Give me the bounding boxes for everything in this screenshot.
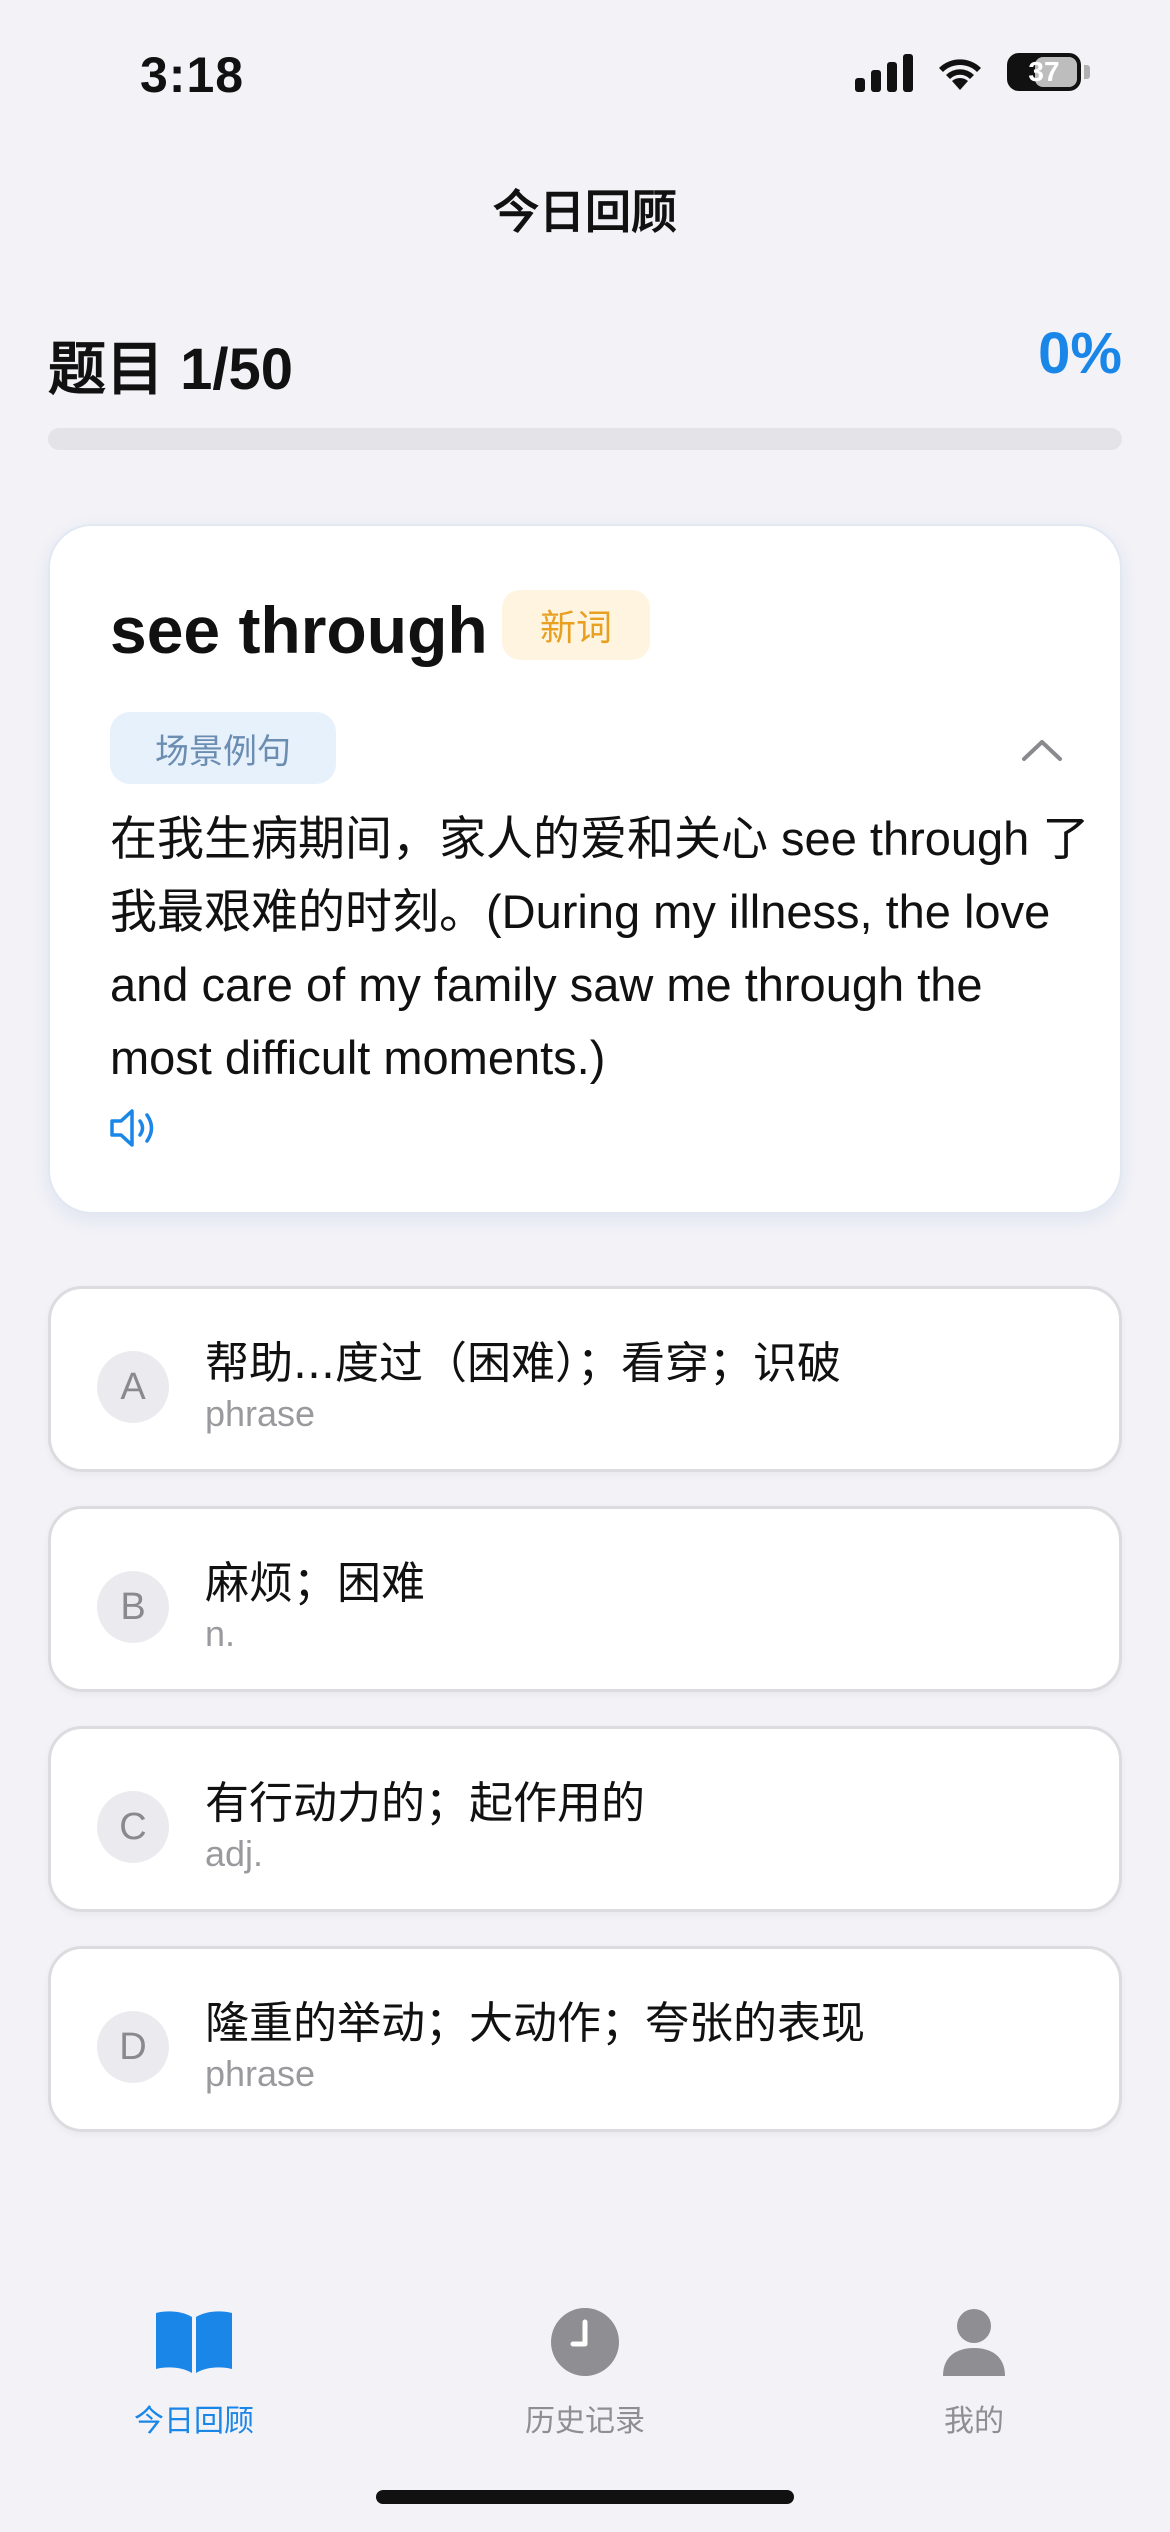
tab-label: 我的	[944, 2404, 1004, 2439]
option-part-of-speech: n.	[205, 1613, 236, 1654]
tab-history[interactable]: 历史记录	[475, 2300, 695, 2440]
clock-icon	[543, 2300, 627, 2384]
cellular-signal-icon	[855, 52, 913, 92]
screen: 3:18 37 今日回顾 题目 1/50 0% see through 新词 场…	[0, 0, 1170, 2532]
page-title: 今日回顾	[493, 185, 677, 239]
battery-icon: 37	[1007, 53, 1081, 91]
word-title: see through	[110, 593, 488, 667]
option-letter: A	[97, 1351, 169, 1423]
question-counter: 题目 1/50	[48, 337, 293, 402]
speaker-icon	[110, 1109, 154, 1147]
progress-percent: 0%	[1038, 321, 1122, 386]
tab-label: 今日回顾	[134, 2404, 254, 2439]
option-a[interactable]: A 帮助...度过（困难）；看穿；识破 phrase	[48, 1286, 1122, 1472]
option-meaning: 麻烦；困难	[205, 1558, 425, 1609]
status-time: 3:18	[140, 47, 245, 103]
option-letter: B	[97, 1571, 169, 1643]
option-part-of-speech: phrase	[205, 2053, 316, 2094]
battery-group: 37	[1007, 53, 1090, 91]
chevron-up-icon	[1022, 740, 1062, 761]
option-c[interactable]: C 有行动力的；起作用的 adj.	[48, 1726, 1122, 1912]
book-icon	[152, 2300, 236, 2384]
tab-today-review[interactable]: 今日回顾	[84, 2300, 304, 2440]
home-indicator[interactable]	[376, 2490, 794, 2504]
tab-profile[interactable]: 我的	[864, 2300, 1084, 2440]
option-b[interactable]: B 麻烦；困难 n.	[48, 1506, 1122, 1692]
example-sentence: 在我生病期间，家人的爱和关心 see through 了我最艰难的时刻。(Dur…	[110, 812, 1090, 1084]
scene-example-tag: 场景例句	[110, 712, 336, 784]
option-meaning: 有行动力的；起作用的	[205, 1778, 645, 1829]
word-card: see through 新词 场景例句 在我生病期间，家人的爱和关心 see t…	[48, 524, 1122, 1214]
person-icon	[932, 2300, 1016, 2384]
play-audio-button[interactable]	[108, 1106, 168, 1158]
tab-label: 历史记录	[525, 2404, 645, 2439]
option-part-of-speech: adj.	[205, 1833, 264, 1874]
battery-level: 37	[1028, 56, 1060, 87]
option-d[interactable]: D 隆重的举动；大动作；夸张的表现 phrase	[48, 1946, 1122, 2132]
option-meaning: 隆重的举动；大动作；夸张的表现	[205, 1998, 865, 2049]
tab-bar: 今日回顾 历史记录 我的	[0, 2290, 1170, 2450]
option-meaning: 帮助...度过（困难）；看穿；识破	[205, 1338, 841, 1389]
status-icons: 37	[855, 52, 1090, 92]
new-word-badge: 新词	[502, 590, 650, 660]
option-letter: C	[97, 1791, 169, 1863]
wifi-icon	[939, 59, 981, 90]
progress-bar	[48, 428, 1122, 450]
status-bar: 3:18 37	[0, 0, 1170, 150]
option-part-of-speech: phrase	[205, 1393, 316, 1434]
option-letter: D	[97, 2011, 169, 2083]
collapse-button[interactable]	[1014, 722, 1070, 778]
